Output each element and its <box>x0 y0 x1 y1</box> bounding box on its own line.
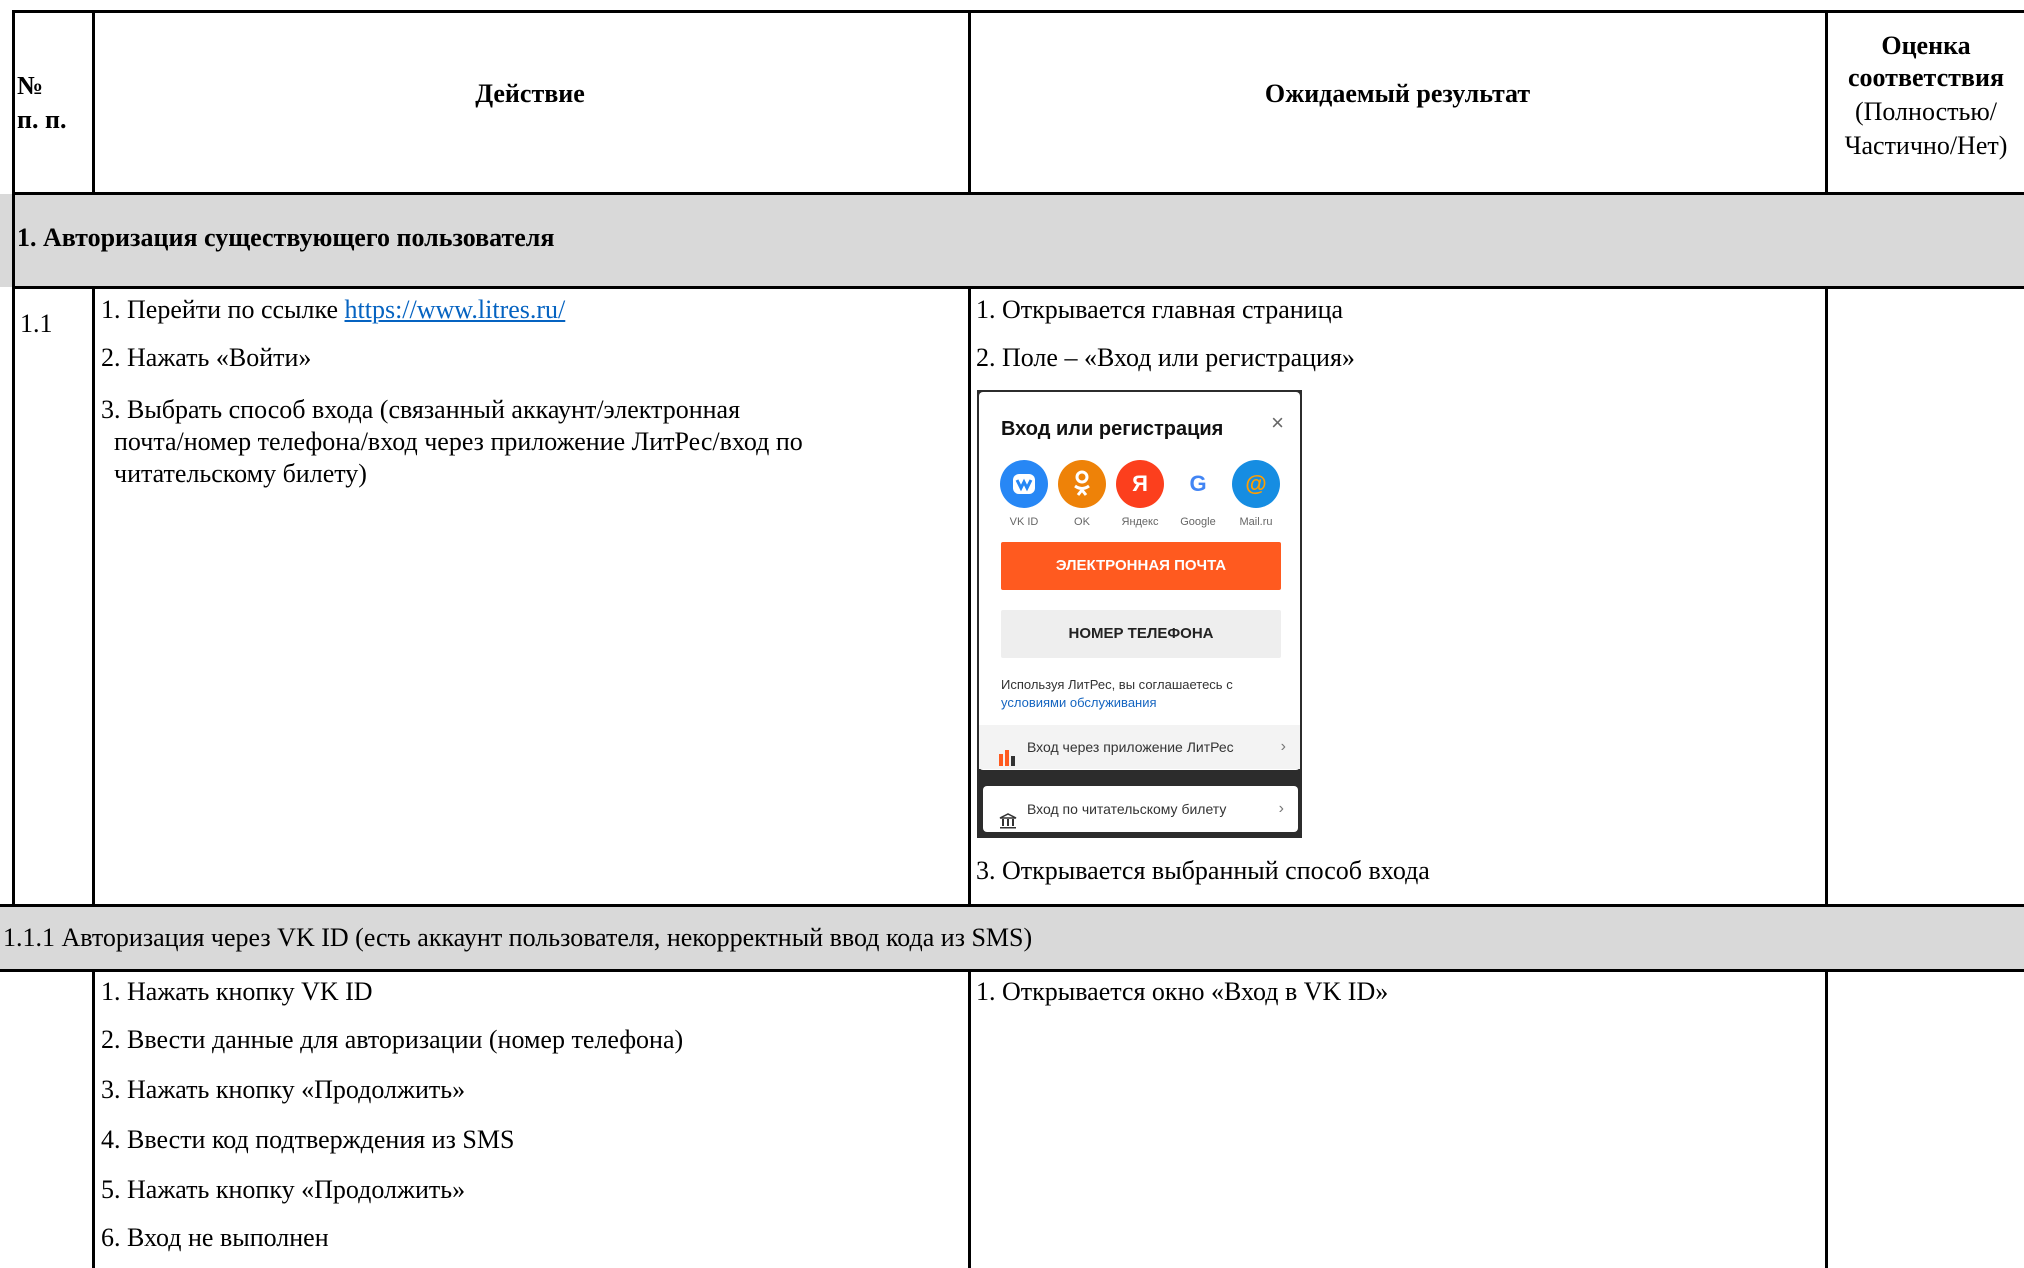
row-1-1-1-action-4: 4. Ввести код подтверждения из SMS <box>101 1125 515 1154</box>
litres-link[interactable]: https://www.litres.ru/ <box>345 295 566 324</box>
section-1-1-1-bottom-border <box>0 969 2024 972</box>
yandex-icon[interactable]: Я <box>1116 460 1164 508</box>
header-eval-line1: Оценка <box>1881 31 1971 60</box>
row-1-1-action-3-line3: читательскому билету) <box>114 459 367 488</box>
chevron-right-icon: › <box>1278 800 1284 817</box>
header-eval-line3: (Полностью/ <box>1854 97 1998 126</box>
login-dialog-screenshot: Вход или регистрация × Я G @ VK ID OK Ян… <box>977 390 1302 838</box>
library-login-label: Вход по читательскому билету <box>1027 801 1227 817</box>
header-eval-line2: соответствия <box>1847 63 2005 92</box>
col-eval-left-border-row1 <box>1825 286 1828 906</box>
ok-label: OK <box>1074 516 1090 528</box>
section1-bottom-border <box>12 286 2024 289</box>
terms-text: Используя ЛитРес, вы соглашаетесь с усло… <box>1001 676 1233 712</box>
chevron-right-icon: › <box>1280 738 1286 755</box>
terms-line: Используя ЛитРес, вы соглашаетесь с <box>1001 677 1233 692</box>
mailru-glyph: @ <box>1245 471 1267 496</box>
row-1-1-1-action-2: 2. Ввести данные для авторизации (номер … <box>101 1025 684 1054</box>
header-eval-line4: Частично/Нет) <box>1844 131 2008 160</box>
phone-login-button[interactable]: НОМЕР ТЕЛЕФОНА <box>1001 610 1281 658</box>
library-icon <box>999 801 1017 829</box>
vk-id-icon[interactable] <box>1000 460 1048 508</box>
row-1-1-num: 1.1 <box>20 309 53 338</box>
row-1-1-action-1: 1. Перейти по ссылке https://www.litres.… <box>101 294 565 326</box>
terms-link[interactable]: условиями обслуживания <box>1001 694 1233 712</box>
table-top-border <box>12 10 2024 13</box>
google-label: Google <box>1180 516 1216 528</box>
section-1-1-1-title: 1.1.1 Авторизация через VK ID (есть акка… <box>3 923 1033 952</box>
row-1-1-1-expected-1: 1. Открывается окно «Вход в VK ID» <box>976 977 1389 1006</box>
row-1-1-expected-3: 3. Открывается выбранный способ входа <box>976 856 1430 885</box>
mailru-label: Mail.ru <box>1239 516 1273 528</box>
google-glyph: G <box>1189 471 1207 496</box>
table-left-border <box>12 10 15 906</box>
col-expected-left-border-row2 <box>968 969 971 1268</box>
header-action: Действие <box>475 79 585 108</box>
row-1-1-expected-1: 1. Открывается главная страница <box>976 295 1344 324</box>
row-1-1-1-action-5: 5. Нажать кнопку «Продолжить» <box>101 1175 466 1204</box>
header-num-line2: п. п. <box>17 105 67 134</box>
col-expected-left-border-row1 <box>968 286 971 906</box>
row-1-1-bottom-border <box>0 904 2024 907</box>
test-case-table: № п. п. Действие Ожидаемый результат Оце… <box>0 0 2024 1268</box>
close-icon[interactable]: × <box>1271 410 1284 436</box>
row-1-1-1-action-1: 1. Нажать кнопку VK ID <box>101 977 373 1006</box>
header-bottom-border <box>12 192 2024 195</box>
login-dialog-card: Вход или регистрация × Я G @ VK ID OK Ян… <box>979 392 1300 770</box>
mailru-icon[interactable]: @ <box>1232 460 1280 508</box>
action-1-text: 1. Перейти по ссылке <box>101 295 345 324</box>
row-1-1-action-3-line1: 3. Выбрать способ входа (связанный аккау… <box>101 395 741 424</box>
google-icon[interactable]: G <box>1174 460 1222 508</box>
vk-id-label: VK ID <box>1009 516 1039 528</box>
app-login-row[interactable]: Вход через приложение ЛитРес › <box>979 725 1300 769</box>
row-1-1-action-3-line2: почта/номер телефона/вход через приложен… <box>114 427 803 456</box>
litres-app-icon <box>999 739 1015 766</box>
email-login-button[interactable]: ЭЛЕКТРОННАЯ ПОЧТА <box>1001 542 1281 590</box>
login-dialog-title: Вход или регистрация <box>1001 418 1224 440</box>
header-num-line1: № <box>17 71 44 100</box>
section-1-title: 1. Авторизация существующего пользовател… <box>17 223 555 252</box>
ok-icon[interactable] <box>1058 460 1106 508</box>
row-1-1-1-action-6: 6. Вход не выполнен <box>101 1223 329 1252</box>
row-1-1-action-2: 2. Нажать «Войти» <box>101 343 312 372</box>
header-expected: Ожидаемый результат <box>1264 79 1531 108</box>
app-login-label: Вход через приложение ЛитРес <box>1027 739 1234 755</box>
yandex-label: Яндекс <box>1121 516 1159 528</box>
col-action-left-border-row1 <box>92 286 95 906</box>
library-login-row[interactable]: Вход по читательскому билету › <box>983 786 1298 832</box>
yandex-glyph: Я <box>1132 471 1148 496</box>
row-1-1-expected-2: 2. Поле – «Вход или регистрация» <box>976 343 1355 372</box>
col-action-left-border-row2 <box>92 969 95 1268</box>
col-eval-left-border-row2 <box>1825 969 1828 1268</box>
row-1-1-1-action-3: 3. Нажать кнопку «Продолжить» <box>101 1075 466 1104</box>
